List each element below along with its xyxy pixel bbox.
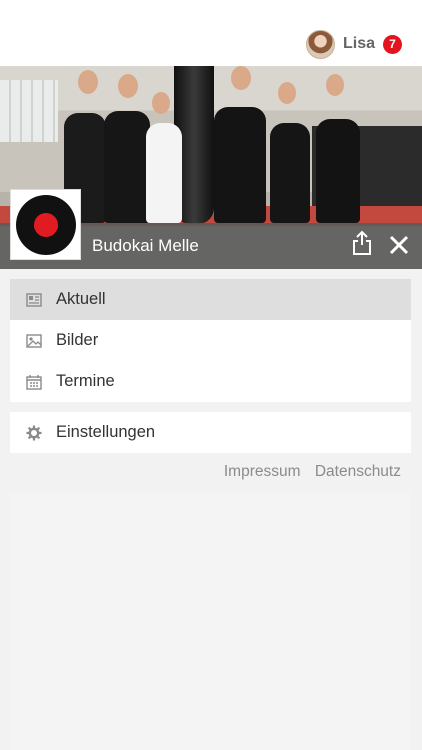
photo-person-head — [278, 82, 296, 104]
photo-person — [146, 123, 182, 223]
gear-icon — [26, 425, 42, 440]
photo-person — [214, 107, 266, 223]
photo-person — [270, 123, 310, 223]
calendar-icon — [26, 374, 42, 390]
user-name[interactable]: Lisa — [343, 35, 375, 53]
menu-item-termine[interactable]: Termine — [10, 361, 411, 402]
club-logo-emblem — [15, 194, 76, 255]
club-logo — [10, 189, 81, 260]
main-menu: Aktuell Bilder Termine — [10, 279, 411, 402]
logo-torii-icon — [33, 224, 58, 240]
share-icon[interactable] — [351, 230, 373, 256]
photo-person-head — [152, 92, 170, 114]
menu-item-label: Aktuell — [56, 290, 106, 308]
club-name: Budokai Melle — [92, 236, 199, 255]
close-icon[interactable] — [388, 234, 410, 256]
photo-person-head — [231, 66, 251, 90]
photo-person — [104, 111, 150, 223]
menu-item-einstellungen[interactable]: Einstellungen — [10, 412, 411, 453]
user-avatar[interactable] — [305, 29, 335, 59]
photo-person-head — [78, 70, 98, 94]
menu-item-label: Einstellungen — [56, 423, 156, 441]
user-profile[interactable]: Lisa 7 — [305, 29, 402, 59]
menu-item-label: Termine — [56, 372, 115, 390]
photo-window — [0, 80, 58, 142]
notification-badge[interactable]: 7 — [383, 34, 402, 54]
photo-person — [316, 119, 360, 223]
menu-item-label: Bilder — [56, 331, 99, 349]
top-bar: Lisa 7 — [0, 0, 422, 66]
footer-links: Impressum Datenschutz — [214, 463, 401, 481]
menu-item-aktuell[interactable]: Aktuell — [10, 279, 411, 320]
menu-item-bilder[interactable]: Bilder — [10, 320, 411, 361]
newspaper-icon — [26, 292, 42, 307]
photo-person-head — [326, 74, 344, 96]
settings-menu: Einstellungen — [10, 412, 411, 453]
empty-panel — [10, 493, 411, 750]
impressum-link[interactable]: Impressum — [224, 463, 301, 480]
image-icon — [26, 333, 42, 348]
datenschutz-link[interactable]: Datenschutz — [315, 463, 401, 480]
photo-person-head — [118, 74, 138, 98]
